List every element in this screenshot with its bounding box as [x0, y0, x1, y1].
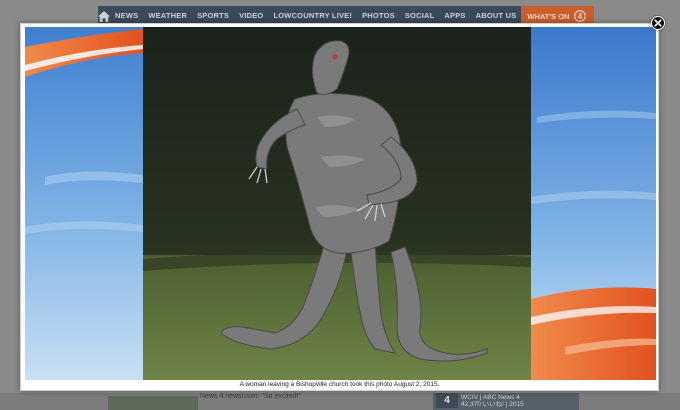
channel-4-logo-icon: 4 — [574, 10, 587, 22]
close-icon — [654, 19, 662, 27]
background-card-logo: 4 — [436, 393, 458, 408]
lizard-red-eye — [332, 54, 338, 60]
left-sky-panel — [25, 27, 143, 380]
right-orange-swoosh — [531, 287, 656, 380]
home-icon — [98, 10, 110, 22]
background-thumbnail — [108, 396, 198, 410]
background-card-title: WCIV | ABC News 4 — [461, 394, 520, 401]
photo-caption: A woman leaving a Bishopville church too… — [239, 381, 440, 388]
background-news-snippet: News 4 newsroom: "So excited!" — [200, 393, 302, 400]
background-card-subtitle: 42,370 いいね! | 2015 — [461, 401, 524, 408]
photo-lightbox: A woman leaving a Bishopville church too… — [20, 23, 659, 391]
background-social-card: 4 WCIV | ABC News 4 42,370 いいね! | 2015 — [433, 393, 579, 410]
photo-graphic — [25, 27, 656, 380]
whats-on-label: WHAT'S ON — [527, 11, 570, 21]
lightbox-photo — [25, 27, 656, 380]
channel-logo-number: 4 — [578, 12, 583, 21]
close-lightbox-button[interactable] — [651, 16, 665, 30]
